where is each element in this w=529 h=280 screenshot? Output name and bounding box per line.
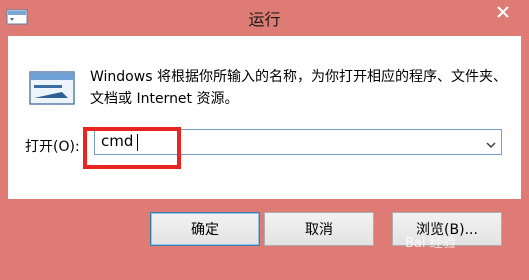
ok-button[interactable]: 确定 [150,212,260,246]
open-label: 打开(O): [25,139,80,155]
chevron-down-icon [486,133,496,152]
dialog-content: Windows 将根据你所输入的名称，为你打开相应的程序、文件夹、文档或 Int… [8,36,521,199]
cancel-button[interactable]: 取消 [264,212,374,246]
close-icon [496,4,510,23]
window-title: 运行 [248,10,281,29]
title-bar[interactable]: 运行 [0,0,529,36]
dropdown-button[interactable] [481,130,501,154]
close-button[interactable] [485,0,521,26]
run-dialog: 运行 Windows 将根据你所输入的名称，为你打开相应的程序、文件夹、文档或 … [0,0,529,280]
highlight-box [83,127,181,169]
run-icon [28,70,76,106]
watermark: Bai 经验 [405,236,456,251]
dialog-description: Windows 将根据你所输入的名称，为你打开相应的程序、文件夹、文档或 Int… [90,69,507,107]
